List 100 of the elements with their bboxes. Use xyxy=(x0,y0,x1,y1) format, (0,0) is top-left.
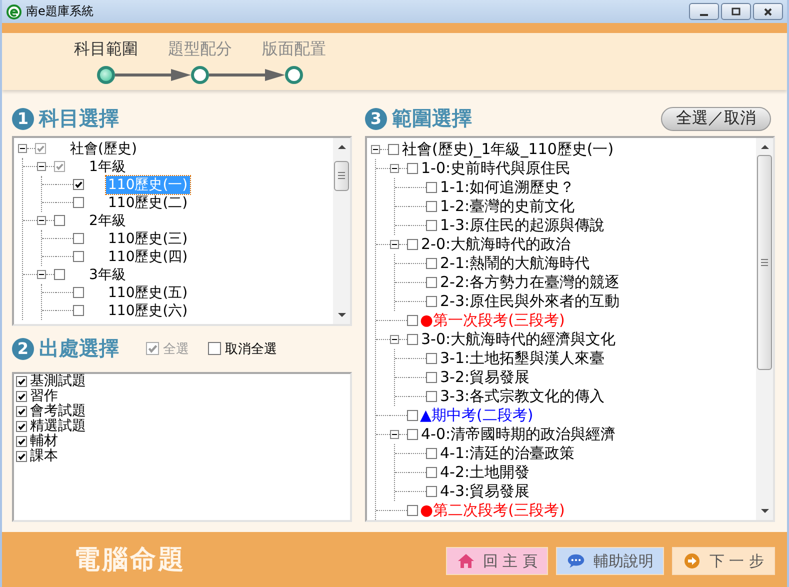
scrollbar[interactable] xyxy=(333,138,350,324)
checkbox[interactable] xyxy=(426,296,437,306)
scroll-down-icon[interactable] xyxy=(760,508,768,514)
checkbox[interactable] xyxy=(16,420,27,432)
tree-item[interactable]: 2-2:各方勢力在臺灣的競逐 xyxy=(440,273,620,291)
checkbox[interactable] xyxy=(16,376,27,386)
checkbox[interactable] xyxy=(407,504,418,516)
collapse-icon[interactable] xyxy=(390,164,399,172)
tree-item[interactable]: 3年級 xyxy=(87,266,128,284)
collapse-icon[interactable] xyxy=(18,144,27,153)
tree-item[interactable]: 110歷史(三) xyxy=(106,230,190,248)
checkbox[interactable] xyxy=(426,200,437,212)
source-item[interactable]: 會考試題 xyxy=(30,402,86,420)
source-item[interactable]: 精選試題 xyxy=(30,417,86,435)
tree-item[interactable]: 3-3:各式宗教文化的傳入 xyxy=(440,387,605,405)
scroll-up-icon[interactable] xyxy=(760,144,768,148)
checkbox[interactable] xyxy=(426,466,437,478)
tree-item[interactable]: 第二次段考(三段考) xyxy=(433,501,565,519)
checkbox[interactable] xyxy=(54,269,65,280)
checkbox[interactable] xyxy=(16,390,27,402)
checkbox[interactable] xyxy=(73,251,84,262)
tree-item[interactable]: 社會(歷史)_1年級_110歷史(一) xyxy=(402,140,614,158)
tree-item[interactable]: 社會(歷史) xyxy=(68,140,139,158)
checkbox[interactable] xyxy=(73,197,84,208)
checkbox[interactable] xyxy=(16,406,27,416)
checkbox[interactable] xyxy=(426,220,437,230)
checkbox[interactable] xyxy=(35,143,46,154)
tree-item[interactable]: 1年級 xyxy=(87,158,128,176)
checkbox[interactable] xyxy=(426,258,437,268)
tree-item[interactable]: 3-0:大航海時代的經濟與文化 xyxy=(421,330,616,348)
select-all-toggle-button[interactable]: 全選／取消 xyxy=(661,106,771,130)
collapse-icon[interactable] xyxy=(390,240,399,248)
source-item[interactable]: 課本 xyxy=(30,447,58,465)
checkbox[interactable] xyxy=(73,287,84,298)
tree-item[interactable]: 4-0:清帝國時期的政治與經濟 xyxy=(421,425,616,443)
tree-item[interactable]: 3-1:土地拓墾與漢人來臺 xyxy=(440,349,605,367)
checkbox[interactable] xyxy=(426,372,437,382)
maximize-button[interactable] xyxy=(721,3,751,20)
home-button[interactable]: 回 主 頁 xyxy=(446,547,548,576)
checkbox[interactable] xyxy=(407,410,418,420)
tree-item[interactable]: 4-1:清廷的治臺政策 xyxy=(440,444,575,462)
scroll-down-icon[interactable] xyxy=(338,312,346,318)
scrollbar-thumb[interactable] xyxy=(757,154,772,370)
collapse-icon[interactable] xyxy=(37,270,46,279)
tree-item[interactable]: 110歷史(五) xyxy=(106,284,190,302)
tree-item[interactable]: 1-2:臺灣的史前文化 xyxy=(440,197,575,215)
next-button[interactable]: 下 一 步 xyxy=(672,547,775,576)
collapse-icon[interactable] xyxy=(37,162,46,171)
tree-item[interactable]: 110歷史(六) xyxy=(106,302,190,320)
checkbox[interactable] xyxy=(208,342,221,355)
checkbox[interactable] xyxy=(16,450,27,462)
tree-item[interactable]: 2-3:原住民與外來者的互動 xyxy=(440,292,620,310)
tree-item[interactable]: 1-0:史前時代與原住民 xyxy=(421,159,571,177)
tree-item[interactable]: 4-3:貿易發展 xyxy=(440,482,530,500)
checkbox[interactable] xyxy=(426,352,437,364)
checkbox[interactable] xyxy=(54,215,65,226)
checkbox[interactable] xyxy=(426,448,437,458)
checkbox[interactable] xyxy=(407,314,418,326)
checkbox[interactable] xyxy=(54,161,65,172)
tree-item[interactable]: 2年級 xyxy=(87,212,128,230)
collapse-icon[interactable] xyxy=(371,144,380,154)
tree-item[interactable]: 3-2:貿易發展 xyxy=(440,368,530,386)
scroll-up-icon[interactable] xyxy=(338,144,346,148)
tree-item[interactable]: 期中考(二段考) xyxy=(432,406,534,424)
step-indicator[interactable] xyxy=(191,66,209,84)
checkbox[interactable] xyxy=(407,428,418,440)
checkbox[interactable] xyxy=(16,436,27,446)
collapse-icon[interactable] xyxy=(390,430,399,438)
checkbox[interactable] xyxy=(407,334,418,344)
step-indicator[interactable] xyxy=(97,66,115,84)
tree-item[interactable]: 4-2:土地開發 xyxy=(440,463,530,481)
close-button[interactable] xyxy=(753,3,783,20)
source-item[interactable]: 習作 xyxy=(30,387,58,405)
collapse-icon[interactable] xyxy=(390,334,399,344)
source-item[interactable]: 基測試題 xyxy=(30,374,86,390)
checkbox[interactable] xyxy=(388,144,399,154)
scrollbar-thumb[interactable] xyxy=(334,160,349,190)
checkbox[interactable] xyxy=(73,233,84,244)
scrollbar[interactable] xyxy=(756,138,773,520)
step-indicator[interactable] xyxy=(285,66,303,84)
checkbox-label[interactable]: 取消全選 xyxy=(225,340,277,358)
checkbox[interactable] xyxy=(73,179,84,190)
minimize-button[interactable] xyxy=(689,3,719,20)
checkbox[interactable] xyxy=(73,305,84,316)
tree-item[interactable]: 2-0:大航海時代的政治 xyxy=(421,235,571,253)
checkbox[interactable] xyxy=(426,182,437,192)
tree-item[interactable]: 1-3:原住民的起源與傳說 xyxy=(440,216,605,234)
collapse-icon[interactable] xyxy=(37,216,46,225)
tree-item[interactable]: 1-1:如何追溯歷史？ xyxy=(440,178,575,196)
tree-item[interactable]: 2-1:熱鬧的大航海時代 xyxy=(440,254,590,272)
checkbox[interactable] xyxy=(426,486,437,496)
help-button[interactable]: 輔助說明 xyxy=(556,547,664,576)
source-item[interactable]: 輔材 xyxy=(30,432,58,450)
checkbox[interactable] xyxy=(426,390,437,402)
tree-item[interactable]: 110歷史(二) xyxy=(106,194,190,212)
tree-item[interactable]: 110歷史(四) xyxy=(106,248,190,266)
checkbox[interactable] xyxy=(407,162,418,174)
tree-item[interactable]: 第一次段考(三段考) xyxy=(433,311,565,329)
checkbox[interactable] xyxy=(407,238,418,250)
checkbox[interactable] xyxy=(426,276,437,288)
